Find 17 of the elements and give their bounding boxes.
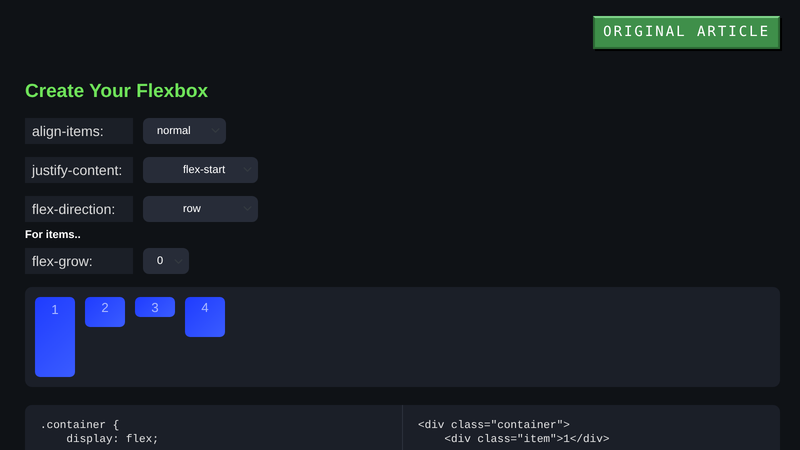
flex-item: 4 xyxy=(185,297,225,338)
flex-item: 1 xyxy=(35,297,75,378)
control-label: flex-grow: xyxy=(25,248,133,274)
value-select[interactable]: flex-start xyxy=(143,156,258,183)
original-article-button[interactable]: ORIGINAL ARTICLE xyxy=(593,16,780,49)
section-heading: For items.. xyxy=(25,228,82,243)
value-select[interactable]: row xyxy=(143,196,258,222)
value-select[interactable]: 0 xyxy=(143,248,189,274)
css-code: .container { display: flex; xyxy=(39,419,160,448)
value-select[interactable]: normal xyxy=(143,118,226,144)
page-title: Create Your Flexbox xyxy=(25,81,210,104)
flex-item: 3 xyxy=(135,297,175,318)
html-code: <div class="container"> <div class="item">1</div> xyxy=(402,405,780,450)
control-label: justify-content: xyxy=(25,156,133,183)
control-label: align-items: xyxy=(25,118,133,144)
flex-item: 2 xyxy=(85,297,125,328)
control-label: flex-direction: xyxy=(25,196,133,222)
